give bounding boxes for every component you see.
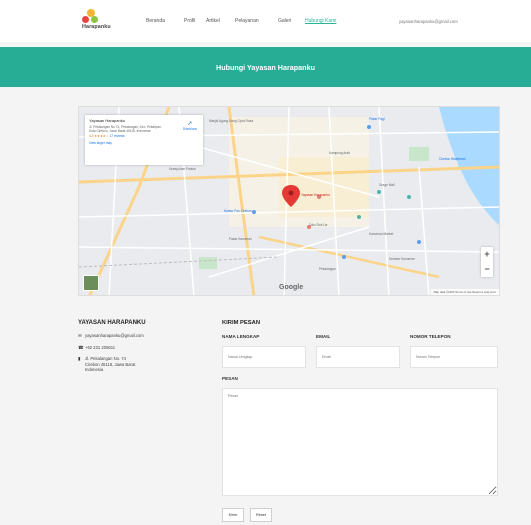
building-icon: ▮ bbox=[78, 356, 81, 361]
map-satellite-toggle[interactable] bbox=[83, 275, 99, 291]
contact-phone[interactable]: +62 231 205611 bbox=[85, 345, 115, 350]
email-input[interactable] bbox=[316, 346, 400, 368]
form-title: KIRIM PESAN bbox=[222, 320, 261, 326]
map-pin-label: Yayasan Harapanku bbox=[301, 193, 330, 197]
contact-info: YAYASAN HARAPANKU ✉ yayasanharapanku@gma… bbox=[78, 320, 208, 379]
page: Harapanku Beranda Profil Artikel Pelayan… bbox=[0, 0, 531, 525]
map-reviews-link[interactable]: 17 reviews bbox=[110, 134, 125, 138]
reset-button[interactable]: Reset bbox=[250, 508, 272, 522]
map-info-card: Yayasan Harapanku Jl. Pekalangan No.74, … bbox=[85, 115, 203, 165]
contact-title: YAYASAN HARAPANKU bbox=[78, 320, 146, 326]
map-label: Grage Mall bbox=[379, 183, 395, 187]
map-label: Keraton Kanoman bbox=[389, 257, 415, 261]
zoom-out-button[interactable]: − bbox=[481, 262, 493, 277]
contact-address-line3: Indonesia bbox=[85, 367, 104, 372]
name-input[interactable] bbox=[222, 346, 306, 368]
contact-phone-row: ☎ +62 231 205611 bbox=[78, 345, 208, 351]
message-textarea[interactable] bbox=[222, 388, 498, 496]
map-rating: 4.3 ★★★★☆ 17 reviews bbox=[89, 134, 199, 138]
submit-button[interactable]: Kirim bbox=[222, 508, 244, 522]
map-label: Kampung Arab bbox=[329, 151, 351, 155]
envelope-icon: ✉ bbox=[78, 333, 82, 338]
phone-icon: ☎ bbox=[78, 344, 84, 350]
nav-item-pelayanan[interactable]: Pelayanan bbox=[235, 18, 259, 24]
map-label: Cirebon Waterland bbox=[439, 157, 466, 161]
map-label: Toko Roti Lie bbox=[309, 223, 328, 227]
zoom-in-button[interactable]: + bbox=[481, 247, 493, 262]
contact-address-row: ▮ Jl. Pekalangan No. 74 Cirebon 45118, J… bbox=[78, 356, 208, 373]
nav-item-galeri[interactable]: Galeri bbox=[278, 18, 291, 24]
map-rating-stars: 4.3 ★★★★☆ bbox=[89, 134, 109, 138]
map-label: Pekalangan bbox=[319, 267, 336, 271]
phone-label: NOMOR TELEPON bbox=[410, 334, 451, 339]
name-label: NAMA LENGKAP bbox=[222, 334, 260, 339]
site-header: Harapanku Beranda Profil Artikel Pelayan… bbox=[0, 0, 531, 42]
map-place-address: Jl. Pekalangan No.74, Pekalangan, Kec. P… bbox=[89, 125, 162, 133]
header-email[interactable]: yayasanharapanku@gmail.com bbox=[399, 19, 458, 24]
directions-label: Directions bbox=[182, 127, 197, 131]
contact-email-row: ✉ yayasanharapanku@gmail.com bbox=[78, 333, 208, 339]
page-banner: Hubungi Yayasan Harapanku bbox=[0, 47, 531, 87]
message-label: PESAN bbox=[222, 376, 238, 381]
nav-item-beranda[interactable]: Beranda bbox=[146, 18, 165, 24]
nav-item-profil[interactable]: Profil bbox=[184, 18, 195, 24]
map-label: Kanoman Market bbox=[369, 232, 394, 236]
google-logo: Google bbox=[279, 284, 304, 291]
map-label: Pasar Kanoman bbox=[229, 237, 252, 241]
map-label: Pasar Pagi bbox=[369, 117, 385, 121]
page-title: Hubungi Yayasan Harapanku bbox=[216, 63, 315, 72]
nav-item-hubungi-kami[interactable]: Hubungi Kami bbox=[305, 18, 336, 24]
directions-button[interactable]: ➚ Directions bbox=[183, 121, 197, 131]
map-footer[interactable]: Map data ©2020 Terms of Use Report a map… bbox=[430, 289, 499, 295]
map-label: Masjid Agung Sang Cipta Rasa bbox=[209, 119, 254, 123]
map-label: Kesepuhan Palace bbox=[169, 167, 196, 171]
nav-item-artikel[interactable]: Artikel bbox=[206, 18, 220, 24]
email-label: EMAIL bbox=[316, 334, 331, 339]
phone-input[interactable] bbox=[410, 346, 498, 368]
view-larger-map-link[interactable]: View larger map bbox=[89, 141, 199, 145]
contact-form: KIRIM PESAN NAMA LENGKAP EMAIL NOMOR TEL… bbox=[222, 320, 498, 525]
google-map[interactable]: Masjid Agung Sang Cipta Rasa Pasar Pagi … bbox=[78, 106, 500, 296]
main-nav: Beranda Profil Artikel Pelayanan Galeri … bbox=[0, 18, 531, 28]
map-zoom-control: + − bbox=[481, 247, 493, 277]
map-label: Kantor Pos Cirebon bbox=[224, 209, 252, 213]
contact-email[interactable]: yayasanharapanku@gmail.com bbox=[85, 333, 144, 338]
